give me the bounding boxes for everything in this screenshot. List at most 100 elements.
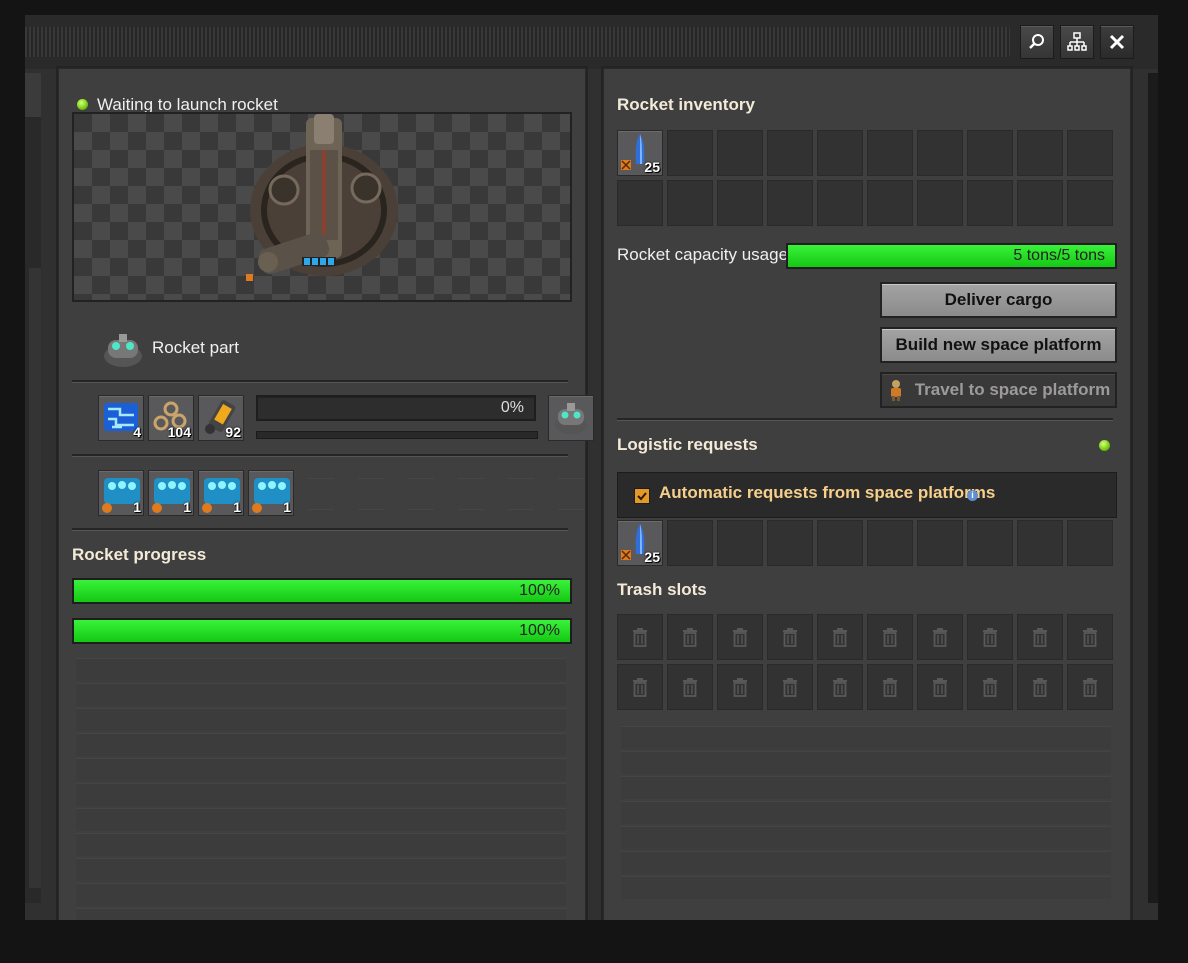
empty-row: [76, 858, 566, 881]
inventory-slot[interactable]: [767, 130, 813, 176]
trash-slot[interactable]: [867, 614, 913, 660]
module-slot[interactable]: 1: [198, 470, 244, 516]
trash-slot[interactable]: [767, 614, 813, 660]
module-count: 1: [133, 499, 141, 515]
drag-handle[interactable]: [25, 27, 1010, 57]
trash-icon: [883, 678, 897, 697]
inventory-slot[interactable]: [717, 180, 763, 226]
trash-slot[interactable]: [717, 664, 763, 710]
inventory-slot[interactable]: [667, 180, 713, 226]
rocket-progress-title: Rocket progress: [72, 545, 207, 564]
inventory-slot[interactable]: [867, 180, 913, 226]
trash-slot[interactable]: [917, 614, 963, 660]
inventory-count: 25: [644, 159, 660, 175]
deliver-cargo-button[interactable]: Deliver cargo: [880, 282, 1117, 318]
inventory-slot[interactable]: [867, 130, 913, 176]
request-slot[interactable]: [867, 520, 913, 566]
auto-requests-label: Automatic requests from space platforms: [659, 483, 996, 502]
ingredient-slot[interactable]: 4: [98, 395, 144, 441]
output-slot[interactable]: [548, 395, 594, 441]
inventory-slot[interactable]: [617, 180, 663, 226]
trash-slot[interactable]: [717, 614, 763, 660]
inventory-slot[interactable]: [717, 130, 763, 176]
title-bar[interactable]: [25, 15, 1158, 69]
ingredient-slot[interactable]: 92: [198, 395, 244, 441]
trash-icon: [683, 628, 697, 647]
trash-slot[interactable]: [817, 614, 863, 660]
close-button[interactable]: [1100, 25, 1134, 59]
module-slot[interactable]: 1: [98, 470, 144, 516]
trash-slot[interactable]: [1067, 614, 1113, 660]
trash-slot[interactable]: [967, 664, 1013, 710]
trash-slot[interactable]: [917, 664, 963, 710]
trash-icon: [633, 678, 647, 697]
trash-slot[interactable]: [767, 664, 813, 710]
empty-progress-area: [76, 658, 566, 920]
auto-requests-checkbox[interactable]: [634, 488, 650, 504]
divider: [72, 380, 568, 383]
module-slot[interactable]: 1: [248, 470, 294, 516]
trash-icon: [933, 628, 947, 647]
trash-icon: [783, 678, 797, 697]
request-slot[interactable]: 25: [617, 520, 663, 566]
request-slot[interactable]: [667, 520, 713, 566]
info-icon[interactable]: i: [967, 490, 978, 501]
trash-icon: [633, 628, 647, 647]
trash-slot[interactable]: [667, 664, 713, 710]
inventory-slot[interactable]: [917, 130, 963, 176]
request-slot[interactable]: [1017, 520, 1063, 566]
recipe-label: Rocket part: [152, 338, 239, 357]
trash-slot[interactable]: [1067, 664, 1113, 710]
inventory-slot[interactable]: [967, 130, 1013, 176]
request-slot[interactable]: [717, 520, 763, 566]
rocket-progress-bar-1: 100%: [72, 578, 572, 604]
trash-slot[interactable]: [617, 614, 663, 660]
empty-row: [76, 808, 566, 831]
module-count: 1: [183, 499, 191, 515]
empty-row: [621, 876, 1111, 899]
trash-icon: [1083, 678, 1097, 697]
inventory-slot[interactable]: [1017, 130, 1063, 176]
empty-row: [76, 658, 566, 681]
search-button[interactable]: [1020, 25, 1054, 59]
trash-slot[interactable]: [967, 614, 1013, 660]
ingredient-slot[interactable]: 104: [148, 395, 194, 441]
trash-icon: [1083, 628, 1097, 647]
trash-slot[interactable]: [1017, 614, 1063, 660]
empty-module-slot: [408, 478, 434, 510]
trash-slot[interactable]: [817, 664, 863, 710]
inventory-slot[interactable]: [1067, 180, 1113, 226]
request-slot[interactable]: [917, 520, 963, 566]
request-slot[interactable]: [767, 520, 813, 566]
inventory-slot[interactable]: [1017, 180, 1063, 226]
technology-tree-button[interactable]: [1060, 25, 1094, 59]
inventory-slot[interactable]: 25: [617, 130, 663, 176]
capacity-value: 5 tons/5 tons: [1013, 247, 1105, 264]
inventory-slot[interactable]: [817, 130, 863, 176]
trash-slot[interactable]: [667, 614, 713, 660]
secondary-progress-bar: [256, 431, 538, 439]
empty-row: [621, 776, 1111, 799]
empty-row: [76, 683, 566, 706]
travel-platform-button[interactable]: Travel to space platform: [880, 372, 1117, 408]
inventory-slot[interactable]: [967, 180, 1013, 226]
empty-row: [76, 733, 566, 756]
inventory-slot[interactable]: [917, 180, 963, 226]
capacity-bar: 5 tons/5 tons: [786, 243, 1117, 269]
trash-slot[interactable]: [617, 664, 663, 710]
request-slot[interactable]: [1067, 520, 1113, 566]
inventory-slot[interactable]: [767, 180, 813, 226]
entity-preview[interactable]: [72, 112, 572, 302]
ingredient-count: 4: [133, 424, 141, 440]
module-slot[interactable]: 1: [148, 470, 194, 516]
inventory-slot[interactable]: [667, 130, 713, 176]
request-slot[interactable]: [817, 520, 863, 566]
divider: [617, 418, 1113, 421]
trash-slot[interactable]: [1017, 664, 1063, 710]
rocket-silo-window: Waiting to launch rocket Rocket part 4 1…: [25, 15, 1158, 920]
request-slot[interactable]: [967, 520, 1013, 566]
build-platform-button[interactable]: Build new space platform: [880, 327, 1117, 363]
trash-slot[interactable]: [867, 664, 913, 710]
inventory-slot[interactable]: [1067, 130, 1113, 176]
inventory-slot[interactable]: [817, 180, 863, 226]
